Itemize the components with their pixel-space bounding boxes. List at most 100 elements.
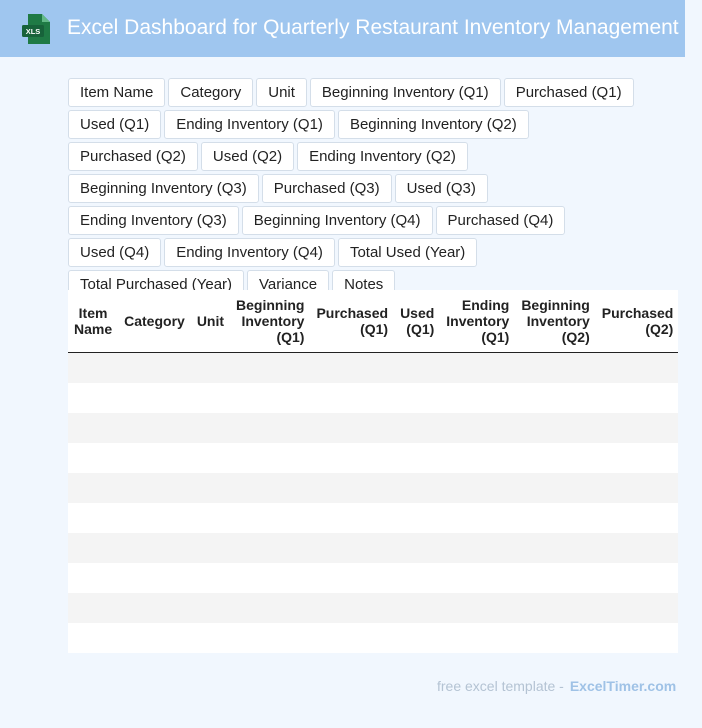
table-cell[interactable] <box>440 533 516 563</box>
table-cell[interactable] <box>68 533 119 563</box>
table-cell[interactable] <box>230 623 311 653</box>
table-cell[interactable] <box>595 503 678 533</box>
field-chip[interactable]: Used (Q3) <box>394 174 488 203</box>
table-cell[interactable] <box>595 563 678 593</box>
table-cell[interactable] <box>310 503 395 533</box>
table-cell[interactable] <box>440 383 516 413</box>
table-cell[interactable] <box>230 352 311 383</box>
table-cell[interactable] <box>394 473 441 503</box>
field-chip[interactable]: Purchased (Q1) <box>503 78 634 107</box>
table-cell[interactable] <box>595 623 678 653</box>
table-cell[interactable] <box>190 623 231 653</box>
table-cell[interactable] <box>190 563 231 593</box>
table-cell[interactable] <box>515 413 596 443</box>
column-header[interactable]: Purchased (Q2) <box>595 290 678 353</box>
field-chip[interactable]: Ending Inventory (Q3) <box>68 206 239 235</box>
table-cell[interactable] <box>118 533 191 563</box>
table-cell[interactable] <box>440 623 516 653</box>
field-chip[interactable]: Ending Inventory (Q1) <box>164 110 335 139</box>
table-cell[interactable] <box>440 593 516 623</box>
table-cell[interactable] <box>118 473 191 503</box>
table-cell[interactable] <box>440 503 516 533</box>
table-cell[interactable] <box>230 413 311 443</box>
table-cell[interactable] <box>310 413 395 443</box>
table-cell[interactable] <box>515 593 596 623</box>
column-header[interactable]: Used (Q1) <box>394 290 441 353</box>
table-row[interactable] <box>68 563 678 593</box>
table-cell[interactable] <box>68 503 119 533</box>
table-row[interactable] <box>68 593 678 623</box>
column-header[interactable]: Purchased (Q1) <box>310 290 395 353</box>
table-cell[interactable] <box>440 473 516 503</box>
table-cell[interactable] <box>190 503 231 533</box>
table-cell[interactable] <box>310 473 395 503</box>
table-row[interactable] <box>68 473 678 503</box>
column-header[interactable]: Category <box>118 290 191 353</box>
table-cell[interactable] <box>595 383 678 413</box>
field-chip[interactable]: Total Used (Year) <box>337 238 478 267</box>
table-cell[interactable] <box>190 383 231 413</box>
table-row[interactable] <box>68 503 678 533</box>
table-cell[interactable] <box>515 623 596 653</box>
table-cell[interactable] <box>230 503 311 533</box>
table-cell[interactable] <box>595 593 678 623</box>
table-cell[interactable] <box>310 383 395 413</box>
table-cell[interactable] <box>68 413 119 443</box>
table-cell[interactable] <box>440 563 516 593</box>
table-cell[interactable] <box>310 563 395 593</box>
table-cell[interactable] <box>118 352 191 383</box>
table-cell[interactable] <box>515 563 596 593</box>
table-cell[interactable] <box>310 533 395 563</box>
field-chip[interactable]: Category <box>168 78 254 107</box>
table-cell[interactable] <box>190 473 231 503</box>
field-chip[interactable]: Purchased (Q4) <box>435 206 566 235</box>
table-row[interactable] <box>68 383 678 413</box>
table-cell[interactable] <box>394 503 441 533</box>
table-cell[interactable] <box>68 593 119 623</box>
field-chip[interactable]: Purchased (Q3) <box>261 174 392 203</box>
table-cell[interactable] <box>515 352 596 383</box>
table-cell[interactable] <box>118 383 191 413</box>
field-chip[interactable]: Purchased (Q2) <box>68 142 198 171</box>
table-cell[interactable] <box>118 563 191 593</box>
table-row[interactable] <box>68 623 678 653</box>
table-row[interactable] <box>68 443 678 473</box>
table-cell[interactable] <box>515 473 596 503</box>
field-chip[interactable]: Used (Q4) <box>68 238 162 267</box>
table-cell[interactable] <box>440 413 516 443</box>
table-cell[interactable] <box>394 413 441 443</box>
field-chip[interactable]: Beginning Inventory (Q1) <box>309 78 501 107</box>
table-cell[interactable] <box>230 533 311 563</box>
footer-brand-link[interactable]: ExcelTimer.com <box>570 678 676 694</box>
table-cell[interactable] <box>68 623 119 653</box>
field-chip[interactable]: Item Name <box>68 78 166 107</box>
table-cell[interactable] <box>394 533 441 563</box>
field-chip[interactable]: Beginning Inventory (Q2) <box>337 110 529 139</box>
table-cell[interactable] <box>190 352 231 383</box>
table-cell[interactable] <box>595 533 678 563</box>
table-cell[interactable] <box>230 593 311 623</box>
table-cell[interactable] <box>595 443 678 473</box>
table-cell[interactable] <box>190 443 231 473</box>
table-cell[interactable] <box>118 443 191 473</box>
table-cell[interactable] <box>515 503 596 533</box>
table-cell[interactable] <box>595 413 678 443</box>
table-cell[interactable] <box>394 443 441 473</box>
table-cell[interactable] <box>310 623 395 653</box>
table-cell[interactable] <box>230 563 311 593</box>
column-header[interactable]: Unit <box>190 290 231 353</box>
table-cell[interactable] <box>68 443 119 473</box>
table-cell[interactable] <box>118 413 191 443</box>
table-cell[interactable] <box>394 623 441 653</box>
inventory-table-container[interactable]: Item Name Category Unit Beginning Inventory… <box>68 290 678 653</box>
table-cell[interactable] <box>394 563 441 593</box>
column-header[interactable]: Beginning Inventory (Q2) <box>515 290 596 353</box>
table-cell[interactable] <box>595 473 678 503</box>
table-cell[interactable] <box>310 593 395 623</box>
table-cell[interactable] <box>394 352 441 383</box>
field-chip[interactable]: Used (Q2) <box>200 142 295 171</box>
table-cell[interactable] <box>394 593 441 623</box>
table-cell[interactable] <box>118 593 191 623</box>
field-chip[interactable]: Unit <box>256 78 307 107</box>
table-cell[interactable] <box>310 443 395 473</box>
